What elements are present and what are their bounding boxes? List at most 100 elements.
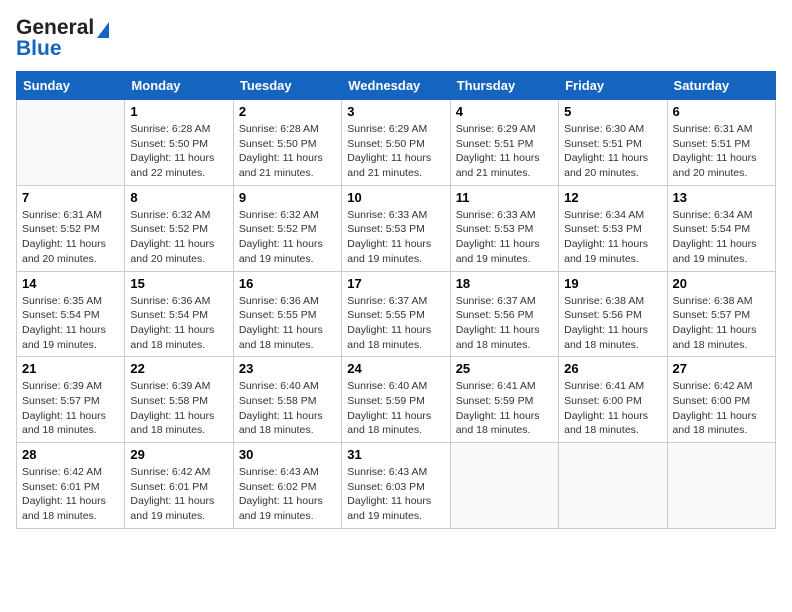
day-number: 10: [347, 190, 444, 205]
day-cell: [559, 443, 667, 529]
day-number: 16: [239, 276, 336, 291]
day-info: Sunrise: 6:38 AM Sunset: 5:56 PM Dayligh…: [564, 294, 661, 353]
day-number: 28: [22, 447, 119, 462]
day-number: 15: [130, 276, 227, 291]
day-cell: 6 Sunrise: 6:31 AM Sunset: 5:51 PM Daylig…: [667, 100, 775, 186]
day-cell: 25 Sunrise: 6:41 AM Sunset: 5:59 PM Dayli…: [450, 357, 558, 443]
header-cell-sunday: Sunday: [17, 72, 125, 100]
day-cell: 3 Sunrise: 6:29 AM Sunset: 5:50 PM Daylig…: [342, 100, 450, 186]
day-cell: 21Sunrise: 6:39 AM Sunset: 5:57 PM Dayli…: [17, 357, 125, 443]
calendar-body: 1 Sunrise: 6:28 AM Sunset: 5:50 PM Daylig…: [17, 100, 776, 529]
header-cell-tuesday: Tuesday: [233, 72, 341, 100]
day-info: Sunrise: 6:30 AM Sunset: 5:51 PM Dayligh…: [564, 122, 661, 181]
day-number: 4: [456, 104, 553, 119]
day-cell: 23Sunrise: 6:40 AM Sunset: 5:58 PM Dayli…: [233, 357, 341, 443]
day-info: Sunrise: 6:31 AM Sunset: 5:52 PM Dayligh…: [22, 208, 119, 267]
day-cell: 1 Sunrise: 6:28 AM Sunset: 5:50 PM Daylig…: [125, 100, 233, 186]
day-cell: 9 Sunrise: 6:32 AM Sunset: 5:52 PM Daylig…: [233, 185, 341, 271]
day-info: Sunrise: 6:42 AM Sunset: 6:00 PM Dayligh…: [673, 379, 770, 438]
page-header: General Blue: [16, 16, 776, 61]
day-info: Sunrise: 6:41 AM Sunset: 5:59 PM Dayligh…: [456, 379, 553, 438]
logo-arrow-icon: [95, 18, 111, 38]
day-number: 19: [564, 276, 661, 291]
day-number: 6: [673, 104, 770, 119]
day-cell: 26 Sunrise: 6:41 AM Sunset: 6:00 PM Dayli…: [559, 357, 667, 443]
day-number: 30: [239, 447, 336, 462]
day-info: Sunrise: 6:31 AM Sunset: 5:51 PM Dayligh…: [673, 122, 770, 181]
week-row-5: 28 Sunrise: 6:42 AM Sunset: 6:01 PM Dayli…: [17, 443, 776, 529]
header-cell-monday: Monday: [125, 72, 233, 100]
day-info: Sunrise: 6:34 AM Sunset: 5:54 PM Dayligh…: [673, 208, 770, 267]
day-number: 2: [239, 104, 336, 119]
day-cell: [450, 443, 558, 529]
day-cell: 31Sunrise: 6:43 AM Sunset: 6:03 PM Dayli…: [342, 443, 450, 529]
week-row-4: 21Sunrise: 6:39 AM Sunset: 5:57 PM Dayli…: [17, 357, 776, 443]
day-cell: 15 Sunrise: 6:36 AM Sunset: 5:54 PM Dayli…: [125, 271, 233, 357]
day-cell: 5 Sunrise: 6:30 AM Sunset: 5:51 PM Daylig…: [559, 100, 667, 186]
day-number: 24: [347, 361, 444, 376]
day-cell: 22 Sunrise: 6:39 AM Sunset: 5:58 PM Dayli…: [125, 357, 233, 443]
day-cell: 17 Sunrise: 6:37 AM Sunset: 5:55 PM Dayli…: [342, 271, 450, 357]
day-info: Sunrise: 6:38 AM Sunset: 5:57 PM Dayligh…: [673, 294, 770, 353]
day-info: Sunrise: 6:42 AM Sunset: 6:01 PM Dayligh…: [130, 465, 227, 524]
day-number: 27: [673, 361, 770, 376]
day-number: 22: [130, 361, 227, 376]
header-row: SundayMondayTuesdayWednesdayThursdayFrid…: [17, 72, 776, 100]
day-cell: [17, 100, 125, 186]
day-info: Sunrise: 6:41 AM Sunset: 6:00 PM Dayligh…: [564, 379, 661, 438]
header-cell-saturday: Saturday: [667, 72, 775, 100]
day-cell: 24 Sunrise: 6:40 AM Sunset: 5:59 PM Dayli…: [342, 357, 450, 443]
day-cell: 28 Sunrise: 6:42 AM Sunset: 6:01 PM Dayli…: [17, 443, 125, 529]
day-info: Sunrise: 6:43 AM Sunset: 6:03 PM Dayligh…: [347, 465, 444, 524]
day-info: Sunrise: 6:32 AM Sunset: 5:52 PM Dayligh…: [130, 208, 227, 267]
day-number: 18: [456, 276, 553, 291]
day-number: 26: [564, 361, 661, 376]
day-number: 21: [22, 361, 119, 376]
day-cell: 4 Sunrise: 6:29 AM Sunset: 5:51 PM Daylig…: [450, 100, 558, 186]
day-cell: 7 Sunrise: 6:31 AM Sunset: 5:52 PM Daylig…: [17, 185, 125, 271]
day-info: Sunrise: 6:42 AM Sunset: 6:01 PM Dayligh…: [22, 465, 119, 524]
day-cell: [667, 443, 775, 529]
day-cell: 10 Sunrise: 6:33 AM Sunset: 5:53 PM Dayli…: [342, 185, 450, 271]
week-row-3: 14Sunrise: 6:35 AM Sunset: 5:54 PM Dayli…: [17, 271, 776, 357]
day-number: 8: [130, 190, 227, 205]
logo: General Blue: [16, 16, 111, 61]
header-cell-friday: Friday: [559, 72, 667, 100]
day-number: 17: [347, 276, 444, 291]
day-cell: 8 Sunrise: 6:32 AM Sunset: 5:52 PM Daylig…: [125, 185, 233, 271]
day-info: Sunrise: 6:33 AM Sunset: 5:53 PM Dayligh…: [347, 208, 444, 267]
day-info: Sunrise: 6:28 AM Sunset: 5:50 PM Dayligh…: [130, 122, 227, 181]
day-number: 14: [22, 276, 119, 291]
header-cell-wednesday: Wednesday: [342, 72, 450, 100]
day-info: Sunrise: 6:40 AM Sunset: 5:58 PM Dayligh…: [239, 379, 336, 438]
day-cell: 12 Sunrise: 6:34 AM Sunset: 5:53 PM Dayli…: [559, 185, 667, 271]
day-number: 7: [22, 190, 119, 205]
day-info: Sunrise: 6:40 AM Sunset: 5:59 PM Dayligh…: [347, 379, 444, 438]
day-number: 5: [564, 104, 661, 119]
calendar-header: SundayMondayTuesdayWednesdayThursdayFrid…: [17, 72, 776, 100]
day-number: 25: [456, 361, 553, 376]
day-cell: 16 Sunrise: 6:36 AM Sunset: 5:55 PM Dayli…: [233, 271, 341, 357]
day-info: Sunrise: 6:36 AM Sunset: 5:54 PM Dayligh…: [130, 294, 227, 353]
day-number: 1: [130, 104, 227, 119]
day-cell: 19 Sunrise: 6:38 AM Sunset: 5:56 PM Dayli…: [559, 271, 667, 357]
day-number: 12: [564, 190, 661, 205]
day-cell: 20Sunrise: 6:38 AM Sunset: 5:57 PM Dayli…: [667, 271, 775, 357]
day-info: Sunrise: 6:29 AM Sunset: 5:51 PM Dayligh…: [456, 122, 553, 181]
day-number: 3: [347, 104, 444, 119]
logo-blue-label: Blue: [16, 37, 62, 61]
day-cell: 18 Sunrise: 6:37 AM Sunset: 5:56 PM Dayli…: [450, 271, 558, 357]
day-info: Sunrise: 6:32 AM Sunset: 5:52 PM Dayligh…: [239, 208, 336, 267]
day-info: Sunrise: 6:36 AM Sunset: 5:55 PM Dayligh…: [239, 294, 336, 353]
day-cell: 14Sunrise: 6:35 AM Sunset: 5:54 PM Dayli…: [17, 271, 125, 357]
day-info: Sunrise: 6:37 AM Sunset: 5:56 PM Dayligh…: [456, 294, 553, 353]
day-info: Sunrise: 6:39 AM Sunset: 5:58 PM Dayligh…: [130, 379, 227, 438]
day-info: Sunrise: 6:34 AM Sunset: 5:53 PM Dayligh…: [564, 208, 661, 267]
day-info: Sunrise: 6:33 AM Sunset: 5:53 PM Dayligh…: [456, 208, 553, 267]
day-cell: 2Sunrise: 6:28 AM Sunset: 5:50 PM Daylig…: [233, 100, 341, 186]
day-cell: 29Sunrise: 6:42 AM Sunset: 6:01 PM Dayli…: [125, 443, 233, 529]
day-info: Sunrise: 6:29 AM Sunset: 5:50 PM Dayligh…: [347, 122, 444, 181]
day-number: 9: [239, 190, 336, 205]
day-info: Sunrise: 6:37 AM Sunset: 5:55 PM Dayligh…: [347, 294, 444, 353]
week-row-2: 7 Sunrise: 6:31 AM Sunset: 5:52 PM Daylig…: [17, 185, 776, 271]
